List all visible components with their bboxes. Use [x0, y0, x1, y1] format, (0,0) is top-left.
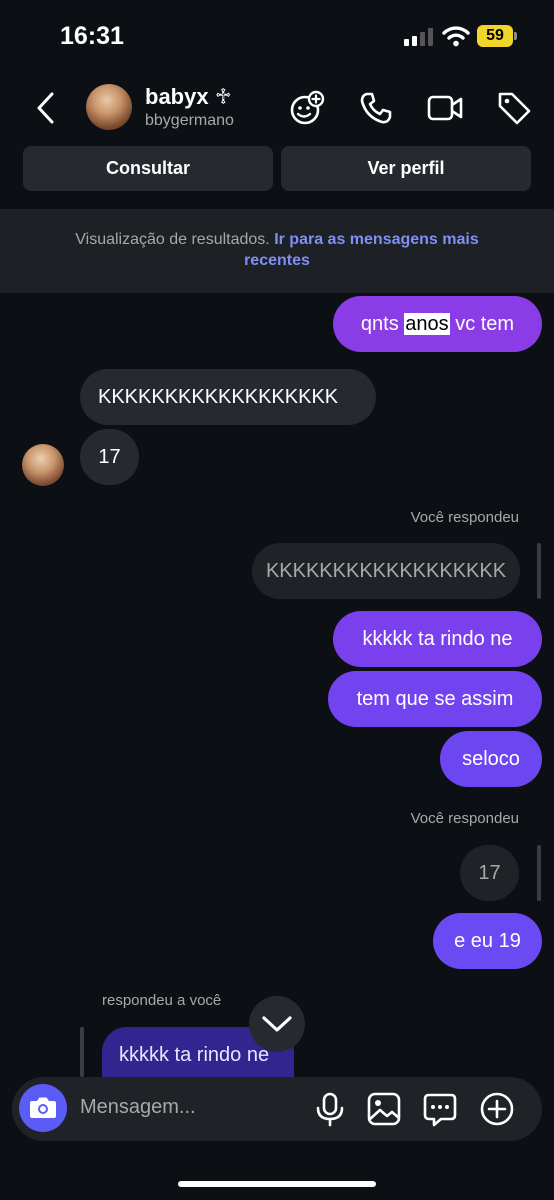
view-profile-button[interactable]: Ver perfil [281, 146, 531, 191]
search-highlight: anos [404, 313, 450, 335]
sticker-chat-icon[interactable] [422, 1091, 458, 1127]
quoted-message[interactable]: KKKKKKKKKKKKKKKKKK [252, 543, 520, 599]
outgoing-message[interactable]: tem que se assim [328, 671, 542, 727]
outgoing-message[interactable]: e eu 19 [433, 913, 542, 969]
jump-to-recent-link[interactable]: Ir para as mensagens mais [274, 231, 479, 248]
incoming-message[interactable]: 17 [80, 429, 139, 485]
outgoing-message[interactable]: seloco [440, 731, 542, 787]
reply-label: Você respondeu [410, 509, 519, 526]
phone-icon[interactable] [358, 90, 394, 126]
status-time: 16:31 [60, 22, 124, 50]
video-camera-icon[interactable] [427, 90, 463, 126]
banner-text: Visualização de resultados. [75, 231, 275, 248]
search-results-banner: Visualização de resultados. Ir para as m… [0, 209, 554, 293]
add-people-icon[interactable] [289, 90, 325, 126]
camera-button[interactable] [19, 1084, 67, 1132]
microphone-icon[interactable] [312, 1091, 348, 1127]
battery-level: 59 [477, 25, 513, 47]
add-plus-icon[interactable] [479, 1091, 515, 1127]
outgoing-message[interactable]: qnts anos vc tem [333, 296, 542, 352]
quoted-message[interactable]: 17 [460, 845, 519, 901]
tag-icon[interactable] [496, 90, 532, 126]
reply-indicator-bar [80, 1027, 84, 1077]
reply-label: respondeu a você [102, 992, 222, 1009]
message-input[interactable]: Mensagem... [80, 1096, 196, 1119]
incoming-message[interactable]: KKKKKKKKKKKKKKKKKK [80, 369, 376, 425]
message-text: qnts [360, 313, 405, 335]
jump-to-recent-link-cont[interactable]: recentes [244, 252, 310, 269]
reply-indicator-bar [537, 543, 541, 599]
cellular-signal-icon [404, 28, 434, 46]
camera-icon [30, 1097, 56, 1118]
reply-indicator-bar [537, 845, 541, 901]
contact-name[interactable]: babyx ♱ [145, 84, 232, 110]
gallery-icon[interactable] [366, 1091, 402, 1127]
battery-tip [514, 32, 517, 40]
contact-avatar[interactable] [86, 84, 132, 130]
scroll-down-button[interactable] [249, 996, 305, 1052]
reply-label: Você respondeu [410, 810, 519, 827]
wifi-icon [442, 25, 470, 47]
outgoing-message[interactable]: kkkkk ta rindo ne [333, 611, 542, 667]
back-arrow-icon[interactable] [33, 90, 59, 126]
home-indicator [178, 1181, 376, 1187]
contact-username[interactable]: bbygermano [145, 112, 234, 130]
consult-button[interactable]: Consultar [23, 146, 273, 191]
contact-avatar-small[interactable] [22, 444, 64, 486]
message-text: vc tem [449, 313, 515, 335]
